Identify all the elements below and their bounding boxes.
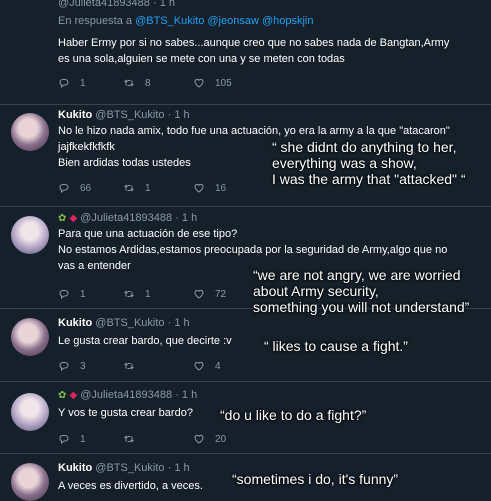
avatar[interactable] bbox=[11, 216, 49, 254]
like-button[interactable]: 105 bbox=[193, 77, 232, 89]
tweet-text-line: Para que una actuación de ese tipo? bbox=[58, 228, 238, 240]
reply-icon bbox=[58, 433, 70, 445]
avatar[interactable] bbox=[11, 463, 49, 501]
timestamp[interactable]: · 1 h bbox=[168, 462, 190, 474]
reply-count: 3 bbox=[80, 360, 86, 372]
translation-overlay-5: “sometimes i do, it's funny” bbox=[232, 471, 399, 487]
maple-leaf-emoji-icon: ◆ bbox=[69, 213, 78, 224]
like-button[interactable]: 20 bbox=[193, 433, 226, 445]
like-icon bbox=[193, 288, 205, 300]
author-name[interactable]: Kukito bbox=[58, 109, 92, 121]
maple-leaf-emoji-icon: ◆ bbox=[69, 390, 78, 401]
timestamp[interactable]: · 1 h bbox=[175, 389, 197, 401]
translation-line: something you will not understand” bbox=[253, 299, 470, 315]
retweet-icon bbox=[123, 77, 135, 89]
author-handle[interactable]: @Julieta41893488 bbox=[80, 389, 172, 401]
like-button[interactable]: 72 bbox=[193, 288, 226, 300]
reply-icon bbox=[58, 288, 70, 300]
reply-count: 1 bbox=[80, 77, 86, 89]
reply-icon bbox=[58, 182, 70, 194]
reply-handles-link[interactable]: @BTS_Kukito @jeonsaw @hopskjin bbox=[135, 15, 313, 27]
author-handle[interactable]: @BTS_Kukito bbox=[95, 317, 164, 329]
tweet-text-line: es una sola,alguien se mete con una y se… bbox=[58, 53, 345, 65]
like-count: 105 bbox=[215, 77, 232, 89]
retweet-icon bbox=[123, 182, 135, 194]
retweet-button[interactable]: 1 bbox=[123, 288, 151, 300]
reply-prefix: En respuesta a bbox=[58, 15, 132, 27]
author-handle[interactable]: @Julieta41893488 bbox=[80, 212, 172, 224]
tweet-header: Kukito @BTS_Kukito · 1 h bbox=[58, 109, 190, 121]
retweet-count: 1 bbox=[145, 182, 151, 194]
like-icon bbox=[193, 433, 205, 445]
retweet-icon bbox=[123, 360, 135, 372]
translation-overlay-2: “we are not angry, we are worried about … bbox=[253, 267, 469, 315]
reply-button[interactable]: 1 bbox=[58, 77, 86, 89]
like-count: 4 bbox=[215, 360, 221, 372]
timestamp[interactable]: · 1 h bbox=[175, 212, 197, 224]
tweet-text: Haber Ermy por si no sabes...aunque creo… bbox=[58, 35, 478, 67]
tweet-header: @Julieta41893488 · 1 h bbox=[58, 0, 175, 9]
tweet-text-line: No le hizo nada amix, todo fue una actua… bbox=[58, 125, 450, 137]
author-handle[interactable]: @BTS_Kukito bbox=[95, 109, 164, 121]
avatar[interactable] bbox=[11, 318, 49, 356]
timestamp[interactable]: · 1 h bbox=[168, 109, 190, 121]
author-name[interactable]: Kukito bbox=[58, 462, 92, 474]
timestamp[interactable]: · 1 h bbox=[153, 0, 175, 9]
tweet-text-line: No estamos Ardidas,estamos preocupada po… bbox=[58, 244, 448, 256]
flower-emoji-icon: ✿ bbox=[58, 213, 67, 224]
reply-context: En respuesta a @BTS_Kukito @jeonsaw @hop… bbox=[58, 15, 313, 27]
retweet-count: 8 bbox=[145, 77, 151, 89]
reply-button[interactable]: 3 bbox=[58, 360, 86, 372]
like-count: 16 bbox=[215, 182, 227, 194]
translation-line: I was the army that "attacked" “ bbox=[272, 171, 466, 187]
reply-count: 66 bbox=[80, 182, 92, 194]
retweet-icon bbox=[123, 288, 135, 300]
translation-line: everything was a show, bbox=[272, 155, 417, 171]
tweet-header: ✿ ◆ @Julieta41893488 · 1 h bbox=[58, 212, 197, 224]
avatar[interactable] bbox=[11, 393, 49, 431]
like-count: 20 bbox=[215, 433, 227, 445]
reply-button[interactable]: 1 bbox=[58, 433, 86, 445]
avatar[interactable] bbox=[11, 113, 49, 151]
like-count: 72 bbox=[215, 288, 227, 300]
retweet-icon bbox=[123, 433, 135, 445]
tweet-1[interactable]: @Julieta41893488 · 1 h En respuesta a @B… bbox=[0, 0, 491, 104]
like-icon bbox=[193, 360, 205, 372]
retweet-button[interactable] bbox=[123, 360, 145, 372]
translation-line: “we are not angry, we are worried bbox=[253, 267, 461, 283]
retweet-button[interactable]: 1 bbox=[123, 182, 151, 194]
author-handle[interactable]: @BTS_Kukito bbox=[95, 462, 164, 474]
translation-overlay-4: “do u like to do a fight?” bbox=[220, 407, 367, 423]
like-icon bbox=[193, 182, 205, 194]
reply-count: 1 bbox=[80, 433, 86, 445]
tweet-header: Kukito @BTS_Kukito · 1 h bbox=[58, 462, 190, 474]
retweet-button[interactable]: 8 bbox=[123, 77, 151, 89]
timestamp[interactable]: · 1 h bbox=[168, 317, 190, 329]
tweet-header: ✿ ◆ @Julieta41893488 · 1 h bbox=[58, 389, 197, 401]
translation-overlay-3: “ likes to cause a fight.” bbox=[264, 338, 408, 354]
reply-icon bbox=[58, 360, 70, 372]
reply-button[interactable]: 66 bbox=[58, 182, 91, 194]
like-icon bbox=[193, 77, 205, 89]
translation-line: about Army security, bbox=[253, 283, 379, 299]
retweet-button[interactable] bbox=[123, 433, 145, 445]
author-name[interactable]: Kukito bbox=[58, 317, 92, 329]
author-handle[interactable]: @Julieta41893488 bbox=[58, 0, 150, 9]
translation-line: “ she didnt do anything to her, bbox=[272, 139, 457, 155]
tweet-4[interactable]: Kukito @BTS_Kukito · 1 h Le gusta crear … bbox=[0, 308, 491, 381]
like-button[interactable]: 16 bbox=[193, 182, 226, 194]
retweet-count: 1 bbox=[145, 288, 151, 300]
translation-overlay-1: “ she didnt do anything to her, everythi… bbox=[272, 139, 466, 187]
tweet-text-line: Haber Ermy por si no sabes...aunque creo… bbox=[58, 37, 450, 49]
tweet-header: Kukito @BTS_Kukito · 1 h bbox=[58, 317, 190, 329]
flower-emoji-icon: ✿ bbox=[58, 390, 67, 401]
reply-icon bbox=[58, 77, 70, 89]
like-button[interactable]: 4 bbox=[193, 360, 221, 372]
reply-count: 1 bbox=[80, 288, 86, 300]
reply-button[interactable]: 1 bbox=[58, 288, 86, 300]
